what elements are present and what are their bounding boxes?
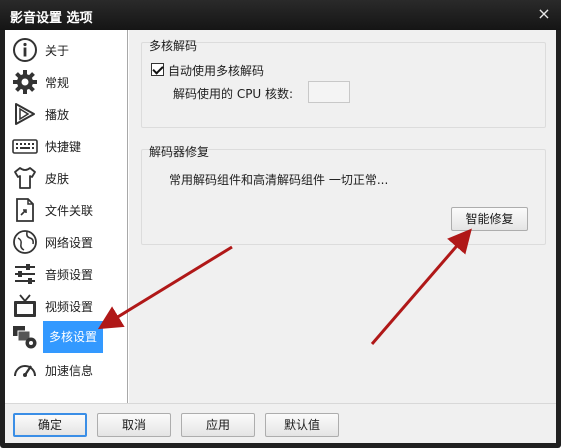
sidebar-item-label: 加速信息 bbox=[45, 364, 94, 378]
smart-repair-button[interactable]: 智能修复 bbox=[451, 207, 528, 231]
title-bar[interactable]: 影音设置 选项 × bbox=[0, 0, 561, 30]
repair-group-title: 解码器修复 bbox=[149, 145, 210, 159]
sidebar-item-hotkeys[interactable]: 快捷键 bbox=[9, 130, 125, 160]
multicore-icon bbox=[12, 324, 38, 350]
sidebar-item-label: 视频设置 bbox=[45, 300, 94, 314]
auto-multicore-checkbox[interactable] bbox=[151, 63, 164, 76]
settings-window: 影音设置 选项 × 关于 常规 播放 快捷键 皮肤 文件关联 网络设置 音频设置… bbox=[0, 0, 561, 448]
info-icon bbox=[12, 37, 38, 63]
sidebar-item-label: 常规 bbox=[45, 76, 70, 90]
tv-icon bbox=[12, 293, 38, 319]
speedometer-icon bbox=[12, 357, 38, 383]
sidebar-item-playback[interactable]: 播放 bbox=[9, 98, 125, 128]
shirt-icon bbox=[12, 165, 38, 191]
sidebar-item-label: 多核设置 bbox=[43, 321, 104, 353]
cancel-button[interactable]: 取消 bbox=[97, 413, 171, 437]
audio-icon bbox=[12, 261, 38, 287]
keyboard-icon bbox=[12, 133, 38, 159]
settings-sidebar: 关于 常规 播放 快捷键 皮肤 文件关联 网络设置 音频设置 视频设置 多核设置… bbox=[5, 30, 128, 403]
sidebar-item-skin[interactable]: 皮肤 bbox=[9, 162, 125, 192]
gear-icon bbox=[12, 69, 38, 95]
sidebar-item-label: 关于 bbox=[45, 44, 70, 58]
sidebar-item-about[interactable]: 关于 bbox=[9, 34, 125, 64]
window-title: 影音设置 选项 bbox=[10, 11, 93, 26]
apply-button[interactable]: 应用 bbox=[181, 413, 255, 437]
sidebar-item-file-association[interactable]: 文件关联 bbox=[9, 194, 125, 224]
sidebar-item-audio[interactable]: 音频设置 bbox=[9, 258, 125, 288]
sidebar-item-multicore[interactable]: 多核设置 bbox=[9, 321, 125, 353]
window-client-area: 关于 常规 播放 快捷键 皮肤 文件关联 网络设置 音频设置 视频设置 多核设置… bbox=[5, 30, 556, 443]
network-icon bbox=[12, 229, 38, 255]
cpu-cores-label: 解码使用的 CPU 核数: bbox=[173, 87, 294, 101]
dialog-button-bar: 确定 取消 应用 默认值 bbox=[5, 403, 556, 443]
close-button[interactable]: × bbox=[533, 4, 555, 26]
sidebar-item-video[interactable]: 视频设置 bbox=[9, 290, 125, 320]
sidebar-item-label: 快捷键 bbox=[45, 140, 82, 154]
sidebar-item-network[interactable]: 网络设置 bbox=[9, 226, 125, 256]
sidebar-item-label: 文件关联 bbox=[45, 204, 94, 218]
sidebar-item-label: 音频设置 bbox=[45, 268, 94, 282]
sidebar-item-general[interactable]: 常规 bbox=[9, 66, 125, 96]
cpu-cores-field[interactable] bbox=[308, 81, 350, 103]
sidebar-item-label: 播放 bbox=[45, 108, 70, 122]
play-icon bbox=[12, 101, 38, 127]
sidebar-item-acceleration[interactable]: 加速信息 bbox=[9, 354, 125, 384]
ok-button[interactable]: 确定 bbox=[13, 413, 87, 437]
settings-content-panel: 多核解码 自动使用多核解码 解码使用的 CPU 核数: 解码器修复 常用解码组件… bbox=[129, 30, 556, 403]
sidebar-item-label: 网络设置 bbox=[45, 236, 94, 250]
auto-multicore-label: 自动使用多核解码 bbox=[168, 64, 265, 78]
multicore-group-title: 多核解码 bbox=[149, 39, 198, 53]
file-link-icon bbox=[12, 197, 38, 223]
repair-status-text: 常用解码组件和高清解码组件 一切正常... bbox=[169, 173, 389, 187]
sidebar-item-label: 皮肤 bbox=[45, 172, 70, 186]
default-button[interactable]: 默认值 bbox=[265, 413, 339, 437]
